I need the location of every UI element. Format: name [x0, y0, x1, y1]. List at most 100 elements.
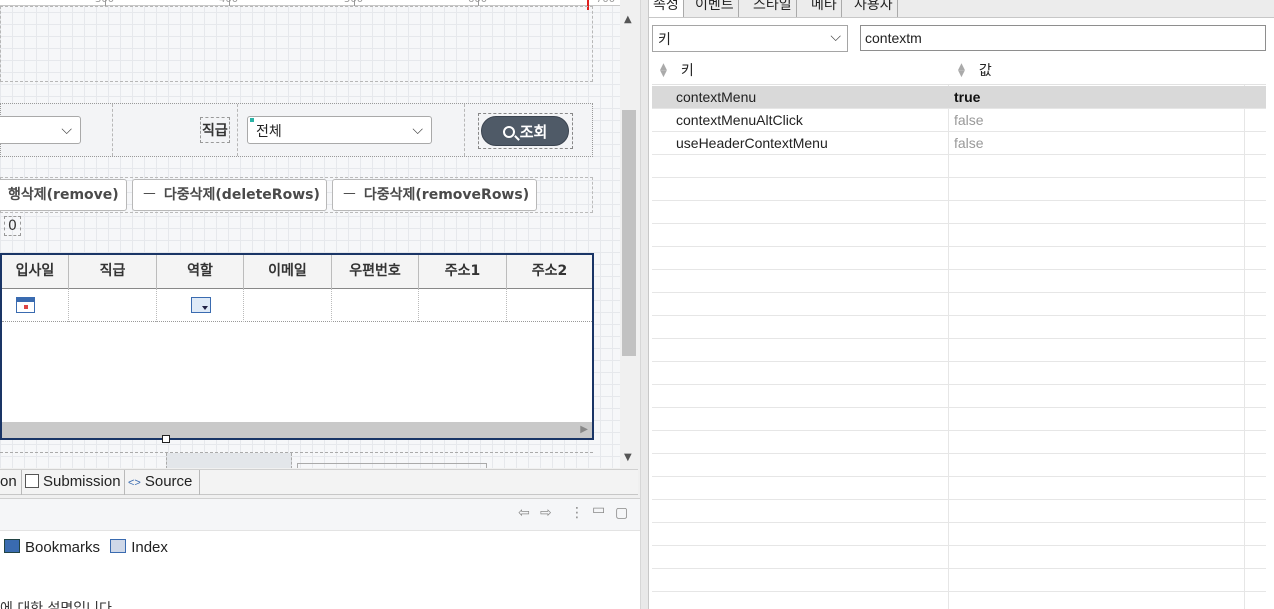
empty-property-row: [652, 408, 1266, 431]
horizontal-scrollbar[interactable]: ▶: [2, 422, 592, 438]
remove-rows-button[interactable]: ㅡ 다중삭제(removeRows): [332, 179, 537, 211]
vertical-scrollbar[interactable]: ▲ ▼: [620, 0, 638, 468]
table-row[interactable]: [2, 289, 592, 322]
value-column-header[interactable]: ▲ ▼ 값: [958, 58, 992, 85]
column-header[interactable]: 역할: [157, 255, 244, 289]
combo-box-icon[interactable]: [191, 297, 211, 313]
index-icon: [110, 539, 127, 553]
first-select[interactable]: ⌵: [0, 116, 81, 144]
empty-property-row: [652, 247, 1266, 270]
bookmarks-icon: [4, 539, 20, 553]
empty-property-row: [652, 201, 1266, 224]
scrollbar-thumb[interactable]: [622, 110, 636, 356]
tab-source[interactable]: <> Source: [126, 470, 200, 495]
forward-icon[interactable]: ⇨: [540, 505, 552, 521]
empty-property-row: [652, 477, 1266, 500]
tab-properties[interactable]: 속성: [649, 0, 684, 17]
minimize-icon[interactable]: ▭: [592, 502, 605, 518]
property-row[interactable]: contextMenu true: [652, 86, 1266, 109]
position-select-value: 전체: [256, 123, 282, 139]
tab-design[interactable]: on: [0, 470, 22, 495]
tab-events[interactable]: 이벤트: [691, 0, 739, 17]
chevron-down-icon: ⌵: [412, 121, 423, 137]
resize-handle[interactable]: [162, 435, 170, 443]
header-group-placeholder[interactable]: [0, 6, 593, 82]
search-divider: [112, 104, 113, 156]
tab-label: Source: [144, 473, 193, 490]
minus-icon: ㅡ: [343, 187, 356, 203]
tab-styles[interactable]: 스타일: [749, 0, 797, 17]
empty-property-row: [652, 523, 1266, 546]
position-select[interactable]: 전체 ⌵: [247, 116, 432, 144]
row-count: 0: [4, 216, 21, 236]
column-header[interactable]: 직급: [69, 255, 157, 289]
search-button[interactable]: 조회: [481, 116, 569, 146]
position-label: 직급: [200, 117, 230, 143]
column-header[interactable]: 주소1: [419, 255, 507, 289]
empty-property-row: [652, 155, 1266, 178]
filter-select[interactable]: 키 ⌵: [652, 25, 848, 52]
column-header[interactable]: 주소2: [507, 255, 592, 289]
property-table: ▲ ▼ 키 ▲ ▼ 값 contextMenu true contextMenuAltC…: [652, 58, 1266, 609]
property-row[interactable]: contextMenuAltClick false: [652, 109, 1266, 132]
tab-label: Submission: [43, 473, 121, 490]
grid-cell[interactable]: [507, 289, 592, 322]
column-header[interactable]: 우편번호: [332, 255, 419, 289]
grid-header: 입사일 직급 역할 이메일 우편번호 주소1 주소2: [2, 255, 592, 289]
tab-index[interactable]: Index: [131, 539, 168, 556]
property-value[interactable]: false: [954, 135, 984, 151]
grid-cell[interactable]: [332, 289, 419, 322]
property-key: contextMenuAltClick: [676, 112, 803, 128]
help-view: ⇦ ⇨ ⋮ ▭ ▢ Bookmarks Index 에 대한 설명입니다.: [0, 498, 640, 609]
remove-row-label: 행삭제(remove): [8, 187, 119, 203]
tab-submission[interactable]: Submission: [23, 470, 125, 495]
value-column-label: 값: [978, 63, 992, 79]
grid-cell[interactable]: [419, 289, 507, 322]
calendar-icon[interactable]: [16, 297, 35, 313]
ide-window: 300 400 500 600 700 ⌵ 직급 전체 ⌵ 조회 행삭제(rem…: [0, 0, 1274, 609]
grid-cell[interactable]: [69, 289, 157, 322]
empty-property-row: [652, 500, 1266, 523]
remove-row-button[interactable]: 행삭제(remove): [0, 179, 127, 211]
property-value[interactable]: true: [954, 89, 980, 105]
grid-cell[interactable]: [244, 289, 332, 322]
property-value[interactable]: false: [954, 112, 984, 128]
column-header[interactable]: 입사일: [2, 255, 69, 289]
tab-bookmarks[interactable]: Bookmarks: [25, 539, 100, 556]
empty-property-row: [652, 293, 1266, 316]
column-header[interactable]: 이메일: [244, 255, 332, 289]
search-button-label: 조회: [519, 123, 548, 141]
scroll-up-icon[interactable]: ▲: [624, 14, 632, 25]
tab-user[interactable]: 사용자: [850, 0, 898, 17]
empty-property-row: [652, 454, 1266, 477]
ruler-tick: 700: [596, 0, 615, 5]
scroll-right-icon[interactable]: ▶: [580, 424, 588, 435]
empty-property-row: [652, 270, 1266, 293]
scroll-down-icon[interactable]: ▼: [624, 452, 632, 463]
ruler-tick: 500: [344, 0, 363, 5]
empty-property-row: [652, 339, 1266, 362]
grid-cell[interactable]: [2, 289, 69, 322]
chevron-down-icon: ⌵: [61, 121, 72, 137]
delete-rows-button[interactable]: ㅡ 다중삭제(deleteRows): [132, 179, 327, 211]
empty-property-row: [652, 592, 1266, 609]
property-search-input[interactable]: [860, 25, 1266, 51]
property-row[interactable]: useHeaderContextMenu false: [652, 132, 1266, 155]
view-splitter[interactable]: [640, 0, 648, 609]
selection-marker: [250, 118, 254, 122]
back-icon[interactable]: ⇦: [518, 505, 530, 521]
property-key: useHeaderContextMenu: [676, 135, 828, 151]
maximize-icon[interactable]: ▢: [615, 505, 628, 521]
design-canvas[interactable]: 300 400 500 600 700 ⌵ 직급 전체 ⌵ 조회 행삭제(rem…: [0, 0, 620, 468]
lower-group-placeholder: [0, 452, 593, 468]
empty-property-row: [652, 224, 1266, 247]
view-menu-icon[interactable]: ⋮: [570, 505, 584, 521]
source-code-icon: <>: [128, 477, 141, 489]
tab-meta[interactable]: 메타: [807, 0, 842, 17]
empty-property-row: [652, 178, 1266, 201]
property-key: contextMenu: [676, 89, 757, 105]
empty-property-row: [652, 385, 1266, 408]
data-grid[interactable]: 입사일 직급 역할 이메일 우편번호 주소1 주소2 ▶: [0, 253, 594, 440]
properties-tab-bar: 속성 이벤트 스타일 메타 사용자: [649, 0, 1274, 18]
key-column-header[interactable]: ▲ ▼ 키: [660, 58, 694, 85]
